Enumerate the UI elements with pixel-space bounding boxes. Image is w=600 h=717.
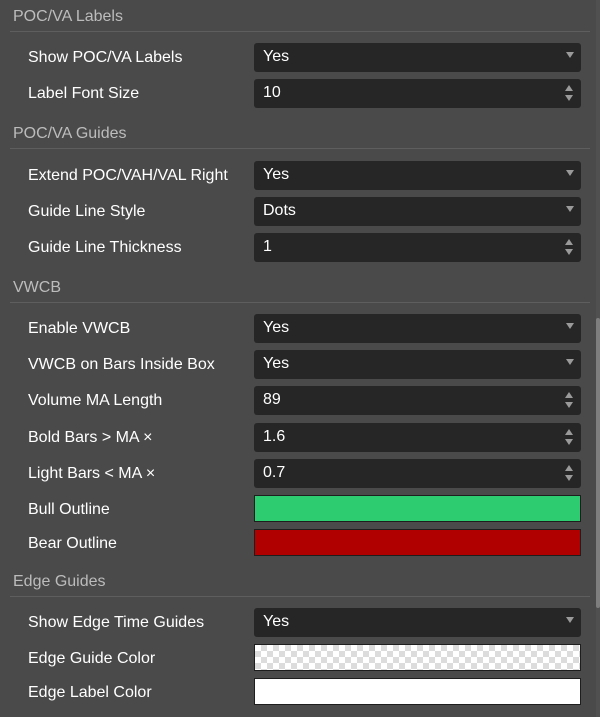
- show-poc-va-labels-select[interactable]: Yes: [254, 43, 581, 72]
- light-bars-ma-stepper[interactable]: 0.7: [254, 459, 581, 488]
- select-value: Yes: [263, 319, 290, 336]
- spin-down-icon[interactable]: [565, 249, 573, 255]
- setting-label: Extend POC/VAH/VAL Right: [28, 167, 228, 184]
- bear-outline-color-swatch[interactable]: [254, 529, 581, 556]
- section-header-edge-guides: Edge Guides: [0, 567, 596, 597]
- select-value: Yes: [263, 613, 290, 630]
- setting-label: Volume MA Length: [28, 392, 163, 409]
- spin-up-icon[interactable]: [565, 392, 573, 398]
- setting-row-light-bars-ma: Light Bars < MA × 0.7: [0, 459, 596, 489]
- setting-row-guide-line-style: Guide Line Style Dots: [0, 197, 596, 227]
- setting-row-extend-poc-vah-val-right: Extend POC/VAH/VAL Right Yes: [0, 161, 596, 191]
- chevron-down-icon: [566, 52, 574, 58]
- enable-vwcb-select[interactable]: Yes: [254, 314, 581, 343]
- setting-label: Guide Line Style: [28, 203, 146, 220]
- section-header-vwcb: VWCB: [0, 273, 596, 303]
- select-value: Yes: [263, 166, 290, 183]
- setting-row-label-font-size: Label Font Size 10: [0, 79, 596, 109]
- vwcb-on-bars-inside-box-select[interactable]: Yes: [254, 350, 581, 379]
- section-header-poc-va-guides: POC/VA Guides: [0, 119, 596, 149]
- bull-outline-color-swatch[interactable]: [254, 495, 581, 522]
- section-divider: [10, 596, 590, 597]
- chevron-down-icon: [566, 359, 574, 365]
- section-divider: [10, 302, 590, 303]
- setting-row-bear-outline: Bear Outline: [0, 529, 596, 559]
- spin-down-icon[interactable]: [565, 475, 573, 481]
- section-title: POC/VA Labels: [13, 8, 123, 25]
- bold-bars-ma-stepper[interactable]: 1.6: [254, 423, 581, 452]
- extend-poc-vah-val-right-select[interactable]: Yes: [254, 161, 581, 190]
- section-title: POC/VA Guides: [13, 125, 127, 142]
- setting-row-bull-outline: Bull Outline: [0, 495, 596, 525]
- setting-label: Edge Guide Color: [28, 650, 156, 667]
- guide-line-style-select[interactable]: Dots: [254, 197, 581, 226]
- stepper-value: 1: [263, 238, 272, 255]
- setting-label: Enable VWCB: [28, 320, 131, 337]
- section-header-poc-va-labels: POC/VA Labels: [0, 2, 596, 32]
- setting-row-enable-vwcb: Enable VWCB Yes: [0, 314, 596, 344]
- scrollbar-thumb[interactable]: [596, 318, 600, 608]
- setting-label: VWCB on Bars Inside Box: [28, 356, 215, 373]
- setting-label: Bold Bars > MA ×: [28, 429, 153, 446]
- spin-down-icon[interactable]: [565, 439, 573, 445]
- setting-label: Show Edge Time Guides: [28, 614, 205, 631]
- section-title: Edge Guides: [13, 573, 106, 590]
- select-value: Dots: [263, 202, 296, 219]
- setting-label: Bear Outline: [28, 535, 117, 552]
- setting-row-guide-line-thickness: Guide Line Thickness 1: [0, 233, 596, 263]
- stepper-value: 89: [263, 391, 281, 408]
- edge-guide-color-swatch[interactable]: [254, 644, 581, 671]
- spin-up-icon[interactable]: [565, 85, 573, 91]
- label-font-size-stepper[interactable]: 10: [254, 79, 581, 108]
- setting-row-bold-bars-ma: Bold Bars > MA × 1.6: [0, 423, 596, 453]
- stepper-value: 1.6: [263, 428, 286, 445]
- spin-up-icon[interactable]: [565, 429, 573, 435]
- edge-label-color-swatch[interactable]: [254, 678, 581, 705]
- chevron-down-icon: [566, 617, 574, 623]
- chevron-down-icon: [566, 323, 574, 329]
- section-title: VWCB: [13, 279, 61, 296]
- setting-label: Bull Outline: [28, 501, 110, 518]
- setting-row-vwcb-on-bars-inside-box: VWCB on Bars Inside Box Yes: [0, 350, 596, 380]
- setting-row-volume-ma-length: Volume MA Length 89: [0, 386, 596, 416]
- guide-line-thickness-stepper[interactable]: 1: [254, 233, 581, 262]
- section-divider: [10, 31, 590, 32]
- setting-row-show-poc-va-labels: Show POC/VA Labels Yes: [0, 43, 596, 73]
- setting-label: Show POC/VA Labels: [28, 49, 183, 66]
- spin-down-icon[interactable]: [565, 95, 573, 101]
- setting-row-show-edge-time-guides: Show Edge Time Guides Yes: [0, 608, 596, 638]
- select-value: Yes: [263, 48, 290, 65]
- spin-up-icon[interactable]: [565, 465, 573, 471]
- setting-label: Label Font Size: [28, 85, 140, 102]
- section-divider: [10, 148, 590, 149]
- stepper-value: 0.7: [263, 464, 286, 481]
- settings-panel: POC/VA Labels Show POC/VA Labels Yes Lab…: [0, 0, 600, 717]
- show-edge-time-guides-select[interactable]: Yes: [254, 608, 581, 637]
- select-value: Yes: [263, 355, 290, 372]
- setting-label: Light Bars < MA ×: [28, 465, 156, 482]
- stepper-value: 10: [263, 84, 281, 101]
- setting-label: Guide Line Thickness: [28, 239, 182, 256]
- volume-ma-length-stepper[interactable]: 89: [254, 386, 581, 415]
- setting-label: Edge Label Color: [28, 684, 152, 701]
- spin-down-icon[interactable]: [565, 402, 573, 408]
- setting-row-edge-guide-color: Edge Guide Color: [0, 644, 596, 674]
- chevron-down-icon: [566, 170, 574, 176]
- spin-up-icon[interactable]: [565, 239, 573, 245]
- setting-row-edge-label-color: Edge Label Color: [0, 678, 596, 708]
- chevron-down-icon: [566, 206, 574, 212]
